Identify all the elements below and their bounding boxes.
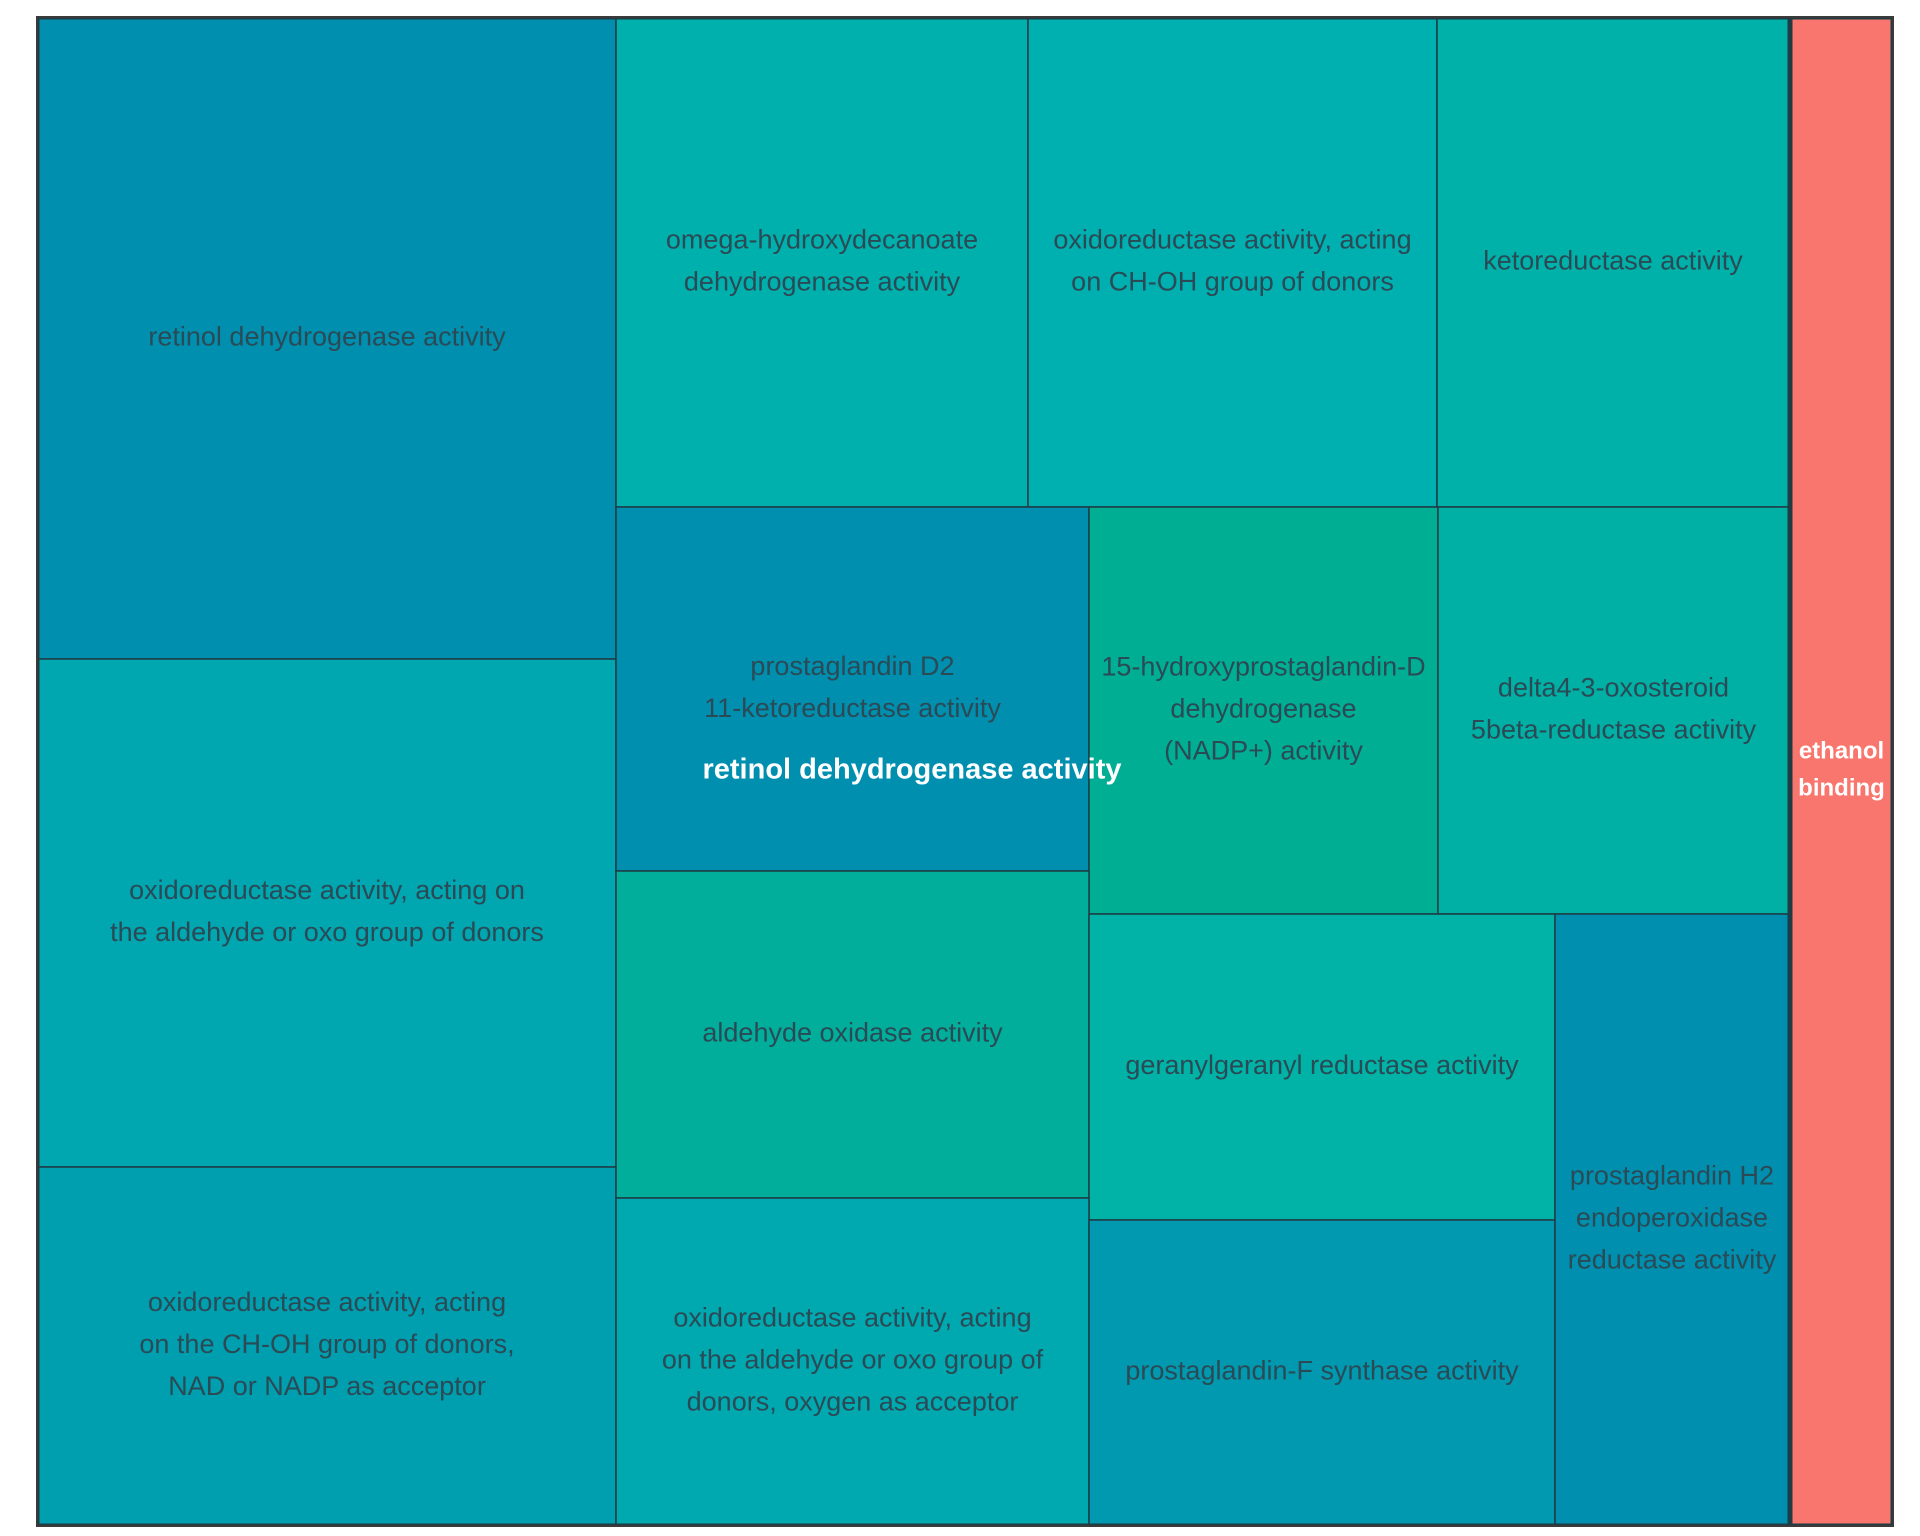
tile-label-prostaglandin-f-synthase-activity: prostaglandin-F synthase activity [1125,1356,1519,1386]
tile-oxidoreductase-activity-acting-on-ch-oh-group-of-donors[interactable] [1027,17,1438,508]
tile-label-aldehyde-oxidase-activity: aldehyde oxidase activity [702,1018,1003,1048]
treemap-svg: retinol dehydrogenase activity oxidoreduc… [36,16,1894,1527]
tile-label-prostaglandin-h2-endoperoxidase-reductase-activity: prostaglandin H2 endoperoxidase reductase … [1568,1161,1777,1275]
tile-label-ketoreductase-activity: ketoreductase activity [1483,246,1743,276]
tile-prostaglandin-d2-11-ketoreductase-activity[interactable] [615,506,1090,872]
tile-label-oxidoreductase-activity-acting-on-the-aldehyde-or-oxo-group-of-donors-oxygen-as-acceptor: oxidoreductase activity, acting on the al… [662,1303,1044,1417]
tile-label-oxidoreductase-activity-acting-on-the-ch-oh-group-of-donors-nad-or-nadp-as-acceptor: oxidoreductase activity, acting on the CH… [139,1287,514,1401]
tile-label-geranylgeranyl-reductase-activity: geranylgeranyl reductase activity [1125,1050,1519,1080]
group-label-retinol-dehydrogenase-activity: retinol dehydrogenase activity [702,754,1121,786]
tile-delta4-3-oxosteroid-5beta-reductase-activity[interactable] [1437,506,1790,915]
tile-oxidoreductase-activity-acting-on-the-aldehyde-or-oxo-group-of-donors[interactable] [37,658,617,1168]
tile-label-retinol-dehydrogenase-activity: retinol dehydrogenase activity [148,322,506,352]
treemap-chart: retinol dehydrogenase activity oxidoreduc… [0,0,1920,1536]
tile-omega-hydroxydecanoate-dehydrogenase-activity[interactable] [615,17,1029,508]
group-rect-ethanol-binding[interactable] [1789,16,1894,1527]
